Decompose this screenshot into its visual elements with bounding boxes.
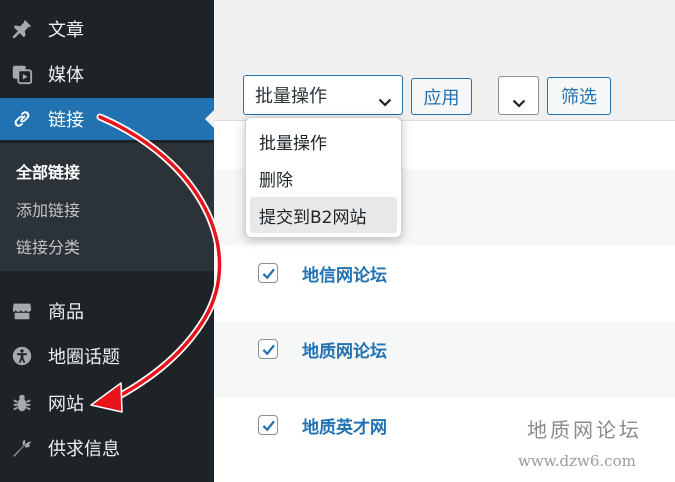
sidebar-item-posts[interactable]: 文章	[0, 8, 214, 50]
sidebar-item-label: 供求信息	[48, 439, 120, 460]
submenu-link-categories[interactable]: 链接分类	[16, 234, 80, 258]
dropdown-option-delete[interactable]: 删除	[246, 160, 403, 196]
row-title-link[interactable]: 地质英才网	[302, 413, 387, 438]
sidebar-item-label: 地圈话题	[48, 347, 120, 368]
submenu-add-link[interactable]: 添加链接	[16, 197, 80, 221]
sidebar-item-media[interactable]: 媒体	[0, 53, 214, 95]
row-checkbox[interactable]	[258, 263, 278, 283]
admin-sidebar: 文章 媒体 链接 全部链接 添加链接 链接分类 商品 地圈话题 网站 供求信息	[0, 0, 214, 482]
carrot-icon	[9, 435, 35, 461]
row-title-link[interactable]: 地信网论坛	[302, 261, 387, 286]
bug-icon	[9, 390, 35, 416]
chevron-down-icon	[378, 91, 392, 107]
sidebar-item-label: 链接	[48, 110, 84, 131]
sidebar-item-label: 媒体	[48, 65, 84, 86]
link-icon	[9, 106, 35, 132]
main-content: 批量操作 应用 筛选 地信网论坛 地质网论坛 地质英才网	[214, 0, 675, 482]
dropdown-option-bulk-action[interactable]: 批量操作	[246, 123, 403, 159]
bulk-action-dropdown: 批量操作 删除 提交到B2网站	[245, 117, 402, 238]
watermark-title: 地质网论坛	[527, 418, 642, 442]
submenu-all-links[interactable]: 全部链接	[16, 159, 80, 183]
bulk-action-value: 批量操作	[255, 86, 327, 107]
filter-button[interactable]: 筛选	[547, 77, 611, 115]
sidebar-item-topics[interactable]: 地圈话题	[0, 335, 214, 377]
bulk-action-select[interactable]: 批量操作	[243, 75, 403, 115]
active-indicator	[205, 110, 214, 128]
topic-icon	[9, 343, 35, 369]
sidebar-item-supply-demand[interactable]: 供求信息	[0, 427, 214, 469]
row-checkbox[interactable]	[258, 415, 278, 435]
links-submenu: 全部链接 添加链接 链接分类	[0, 143, 214, 271]
dropdown-option-submit-b2[interactable]: 提交到B2网站	[250, 197, 397, 233]
watermark-url: www.dzw6.com	[518, 452, 636, 470]
row-title-link[interactable]: 地质网论坛	[302, 337, 387, 362]
chevron-down-icon	[512, 92, 526, 108]
sidebar-item-websites[interactable]: 网站	[0, 382, 214, 424]
table-row: 地信网论坛	[214, 237, 675, 321]
media-icon	[9, 61, 35, 87]
sidebar-item-label: 网站	[48, 394, 84, 415]
sidebar-item-products[interactable]: 商品	[0, 290, 214, 332]
pin-icon	[9, 16, 35, 42]
table-row: 地质网论坛	[214, 321, 675, 397]
filter-select[interactable]	[498, 76, 539, 115]
sidebar-item-label: 文章	[48, 20, 84, 41]
sidebar-item-links[interactable]: 链接	[0, 98, 214, 140]
store-icon	[9, 298, 35, 324]
apply-button[interactable]: 应用	[411, 78, 472, 115]
row-checkbox[interactable]	[258, 339, 278, 359]
sidebar-item-label: 商品	[48, 302, 84, 323]
